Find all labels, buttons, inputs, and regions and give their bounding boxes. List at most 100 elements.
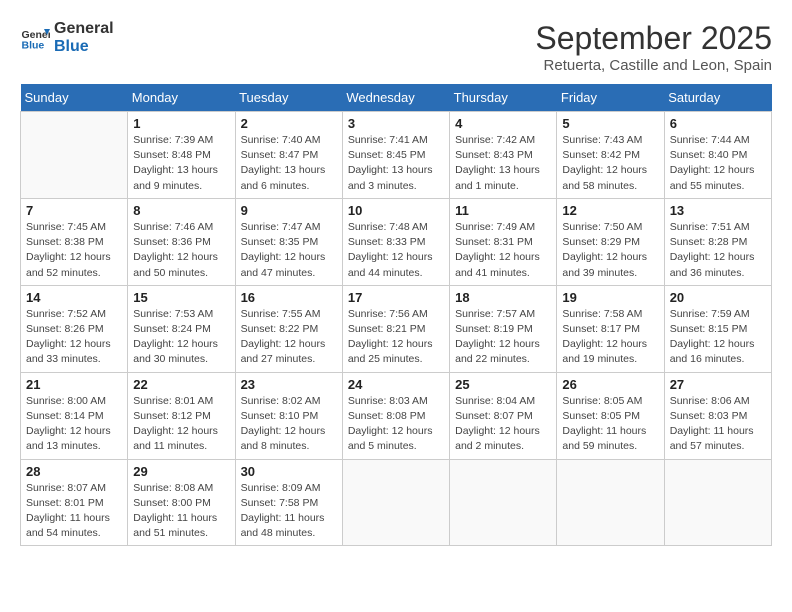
location-subtitle: Retuerta, Castille and Leon, Spain <box>535 57 772 74</box>
day-number: 15 <box>133 290 229 305</box>
week-row-3: 14 Sunrise: 7:52 AM Sunset: 8:26 PM Dayli… <box>21 285 772 372</box>
day-info: Sunrise: 7:56 AM Sunset: 8:21 PM Dayligh… <box>348 307 444 368</box>
day-info: Sunrise: 7:46 AM Sunset: 8:36 PM Dayligh… <box>133 220 229 281</box>
day-number: 7 <box>26 203 122 218</box>
day-number: 27 <box>670 377 766 392</box>
day-number: 29 <box>133 464 229 479</box>
day-info: Sunrise: 8:08 AM Sunset: 8:00 PM Dayligh… <box>133 481 229 542</box>
day-info: Sunrise: 8:03 AM Sunset: 8:08 PM Dayligh… <box>348 394 444 455</box>
week-row-4: 21 Sunrise: 8:00 AM Sunset: 8:14 PM Dayli… <box>21 372 772 459</box>
day-cell: 9Sunrise: 7:47 AM Sunset: 8:35 PM Daylig… <box>235 198 342 285</box>
logo-icon: General Blue <box>20 23 50 53</box>
day-info: Sunrise: 8:09 AM Sunset: 7:58 PM Dayligh… <box>241 481 337 542</box>
week-row-2: 7Sunrise: 7:45 AM Sunset: 8:38 PM Daylig… <box>21 198 772 285</box>
day-info: Sunrise: 7:50 AM Sunset: 8:29 PM Dayligh… <box>562 220 658 281</box>
day-info: Sunrise: 7:44 AM Sunset: 8:40 PM Dayligh… <box>670 133 766 194</box>
day-number: 4 <box>455 116 551 131</box>
header: General Blue General Blue September 2025… <box>20 20 772 74</box>
weekday-header-monday: Monday <box>128 84 235 112</box>
day-number: 26 <box>562 377 658 392</box>
day-cell: 18 Sunrise: 7:57 AM Sunset: 8:19 PM Dayli… <box>450 285 557 372</box>
day-number: 24 <box>348 377 444 392</box>
day-number: 10 <box>348 203 444 218</box>
day-info: Sunrise: 7:41 AM Sunset: 8:45 PM Dayligh… <box>348 133 444 194</box>
logo-line1: General <box>54 20 114 38</box>
day-cell: 28Sunrise: 8:07 AM Sunset: 8:01 PM Dayli… <box>21 459 128 546</box>
day-info: Sunrise: 8:05 AM Sunset: 8:05 PM Dayligh… <box>562 394 658 455</box>
day-cell: 14 Sunrise: 7:52 AM Sunset: 8:26 PM Dayli… <box>21 285 128 372</box>
day-info: Sunrise: 8:06 AM Sunset: 8:03 PM Dayligh… <box>670 394 766 455</box>
day-cell: 21 Sunrise: 8:00 AM Sunset: 8:14 PM Dayli… <box>21 372 128 459</box>
day-info: Sunrise: 7:40 AM Sunset: 8:47 PM Dayligh… <box>241 133 337 194</box>
logo-line2: Blue <box>54 38 114 56</box>
weekday-header-row: SundayMondayTuesdayWednesdayThursdayFrid… <box>21 84 772 112</box>
day-number: 3 <box>348 116 444 131</box>
day-number: 30 <box>241 464 337 479</box>
weekday-header-friday: Friday <box>557 84 664 112</box>
day-cell: 24 Sunrise: 8:03 AM Sunset: 8:08 PM Dayli… <box>342 372 449 459</box>
day-cell: 15Sunrise: 7:53 AM Sunset: 8:24 PM Dayli… <box>128 285 235 372</box>
day-cell: 19 Sunrise: 7:58 AM Sunset: 8:17 PM Dayli… <box>557 285 664 372</box>
calendar-table: SundayMondayTuesdayWednesdayThursdayFrid… <box>20 84 772 546</box>
month-title: September 2025 <box>535 20 772 57</box>
day-cell <box>557 459 664 546</box>
day-cell: 17 Sunrise: 7:56 AM Sunset: 8:21 PM Dayli… <box>342 285 449 372</box>
day-cell: 5Sunrise: 7:43 AM Sunset: 8:42 PM Daylig… <box>557 112 664 199</box>
week-row-5: 28Sunrise: 8:07 AM Sunset: 8:01 PM Dayli… <box>21 459 772 546</box>
day-number: 11 <box>455 203 551 218</box>
day-number: 14 <box>26 290 122 305</box>
day-cell: 20Sunrise: 7:59 AM Sunset: 8:15 PM Dayli… <box>664 285 771 372</box>
day-info: Sunrise: 7:51 AM Sunset: 8:28 PM Dayligh… <box>670 220 766 281</box>
day-cell: 6 Sunrise: 7:44 AM Sunset: 8:40 PM Daylig… <box>664 112 771 199</box>
day-number: 28 <box>26 464 122 479</box>
day-info: Sunrise: 7:42 AM Sunset: 8:43 PM Dayligh… <box>455 133 551 194</box>
day-info: Sunrise: 7:52 AM Sunset: 8:26 PM Dayligh… <box>26 307 122 368</box>
day-number: 21 <box>26 377 122 392</box>
day-info: Sunrise: 7:49 AM Sunset: 8:31 PM Dayligh… <box>455 220 551 281</box>
day-info: Sunrise: 7:57 AM Sunset: 8:19 PM Dayligh… <box>455 307 551 368</box>
day-cell: 25 Sunrise: 8:04 AM Sunset: 8:07 PM Dayli… <box>450 372 557 459</box>
day-cell: 2 Sunrise: 7:40 AM Sunset: 8:47 PM Daylig… <box>235 112 342 199</box>
day-number: 25 <box>455 377 551 392</box>
day-cell: 1Sunrise: 7:39 AM Sunset: 8:48 PM Daylig… <box>128 112 235 199</box>
svg-text:Blue: Blue <box>22 40 45 52</box>
day-number: 17 <box>348 290 444 305</box>
day-number: 2 <box>241 116 337 131</box>
day-info: Sunrise: 8:04 AM Sunset: 8:07 PM Dayligh… <box>455 394 551 455</box>
day-cell: 8 Sunrise: 7:46 AM Sunset: 8:36 PM Daylig… <box>128 198 235 285</box>
day-info: Sunrise: 8:02 AM Sunset: 8:10 PM Dayligh… <box>241 394 337 455</box>
day-cell: 16 Sunrise: 7:55 AM Sunset: 8:22 PM Dayli… <box>235 285 342 372</box>
day-number: 1 <box>133 116 229 131</box>
day-number: 18 <box>455 290 551 305</box>
weekday-header-tuesday: Tuesday <box>235 84 342 112</box>
day-cell: 4 Sunrise: 7:42 AM Sunset: 8:43 PM Daylig… <box>450 112 557 199</box>
day-number: 19 <box>562 290 658 305</box>
day-cell: 7Sunrise: 7:45 AM Sunset: 8:38 PM Daylig… <box>21 198 128 285</box>
day-info: Sunrise: 7:48 AM Sunset: 8:33 PM Dayligh… <box>348 220 444 281</box>
day-cell: 23 Sunrise: 8:02 AM Sunset: 8:10 PM Dayli… <box>235 372 342 459</box>
day-cell <box>450 459 557 546</box>
day-number: 6 <box>670 116 766 131</box>
day-info: Sunrise: 7:55 AM Sunset: 8:22 PM Dayligh… <box>241 307 337 368</box>
weekday-header-saturday: Saturday <box>664 84 771 112</box>
day-info: Sunrise: 8:00 AM Sunset: 8:14 PM Dayligh… <box>26 394 122 455</box>
day-number: 16 <box>241 290 337 305</box>
day-cell: 13 Sunrise: 7:51 AM Sunset: 8:28 PM Dayli… <box>664 198 771 285</box>
weekday-header-wednesday: Wednesday <box>342 84 449 112</box>
day-number: 8 <box>133 203 229 218</box>
day-number: 23 <box>241 377 337 392</box>
day-cell <box>21 112 128 199</box>
weekday-header-thursday: Thursday <box>450 84 557 112</box>
day-info: Sunrise: 7:43 AM Sunset: 8:42 PM Dayligh… <box>562 133 658 194</box>
day-cell: 29 Sunrise: 8:08 AM Sunset: 8:00 PM Dayli… <box>128 459 235 546</box>
logo: General Blue General Blue <box>20 20 114 56</box>
day-info: Sunrise: 7:47 AM Sunset: 8:35 PM Dayligh… <box>241 220 337 281</box>
day-number: 22 <box>133 377 229 392</box>
day-info: Sunrise: 7:59 AM Sunset: 8:15 PM Dayligh… <box>670 307 766 368</box>
day-cell: 10 Sunrise: 7:48 AM Sunset: 8:33 PM Dayli… <box>342 198 449 285</box>
day-cell <box>664 459 771 546</box>
week-row-1: 1Sunrise: 7:39 AM Sunset: 8:48 PM Daylig… <box>21 112 772 199</box>
day-number: 13 <box>670 203 766 218</box>
day-info: Sunrise: 7:58 AM Sunset: 8:17 PM Dayligh… <box>562 307 658 368</box>
day-number: 12 <box>562 203 658 218</box>
